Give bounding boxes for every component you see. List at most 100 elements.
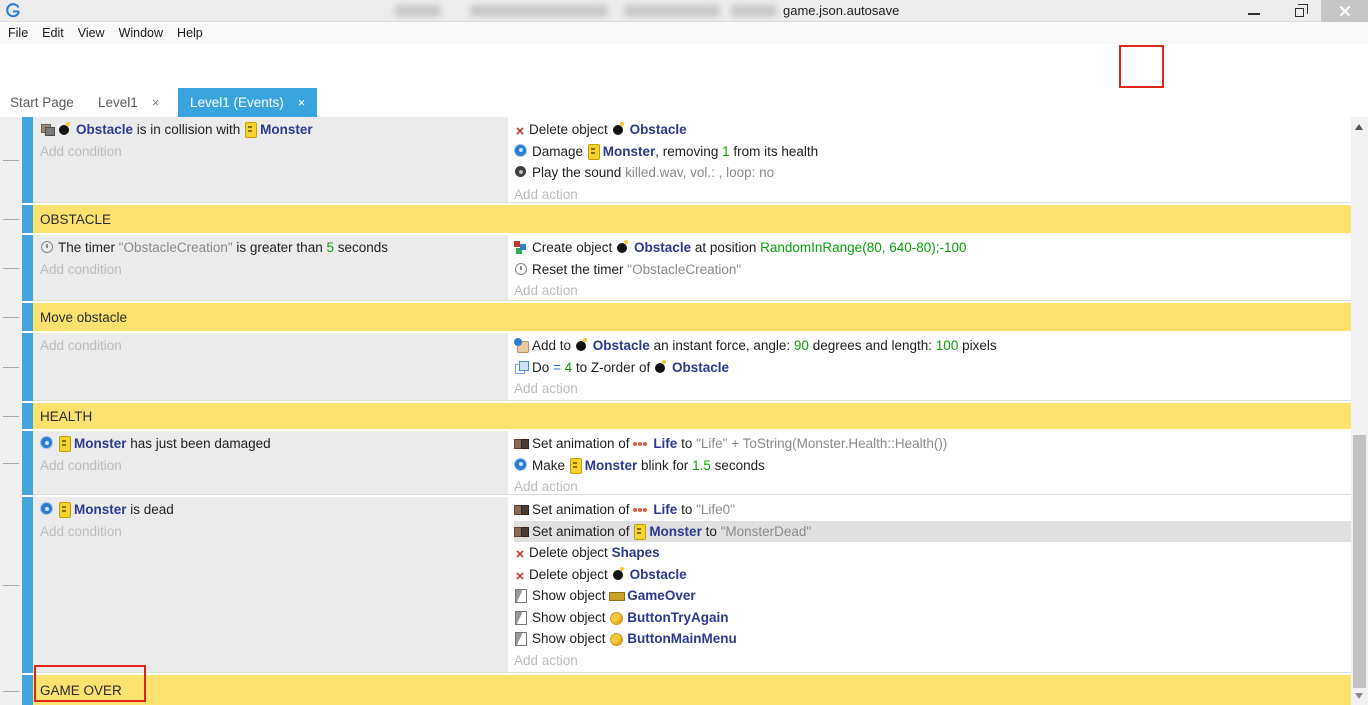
comment-label: Move obstacle: [33, 303, 1351, 331]
action-line[interactable]: Do = 4 to Z-order of Obstacle: [514, 357, 1351, 379]
menu-view[interactable]: View: [78, 26, 105, 40]
text-segment: ButtonMainMenu: [627, 631, 736, 646]
window-title: game.json.autosave: [783, 3, 899, 18]
event-selector-bar[interactable]: [22, 497, 33, 673]
text-segment: Monster: [603, 144, 656, 159]
show-icon: [514, 631, 529, 645]
add-action-button[interactable]: Add action: [514, 184, 1351, 204]
tab-level1[interactable]: Level1 ×: [98, 88, 159, 117]
event-selector-bar[interactable]: [22, 235, 33, 301]
minimize-button[interactable]: [1248, 13, 1260, 15]
menu-window[interactable]: Window: [119, 26, 163, 40]
close-button[interactable]: [1321, 0, 1368, 22]
event-selector-bar[interactable]: [22, 333, 33, 401]
action-line[interactable]: ×Delete object Shapes: [514, 542, 1351, 564]
event-selector-bar[interactable]: [22, 303, 33, 331]
event-row[interactable]: Obstacle is in collision with MonsterAdd…: [22, 117, 1351, 203]
event-selector-bar[interactable]: [22, 675, 33, 705]
action-line[interactable]: Set animation of Life to "Life" + ToStri…: [514, 433, 1351, 455]
event-selector-bar[interactable]: [22, 431, 33, 495]
comment-event[interactable]: Move obstacle: [22, 303, 1351, 331]
action-line[interactable]: Set animation of Life to "Life0": [514, 499, 1351, 521]
text-segment: Monster: [74, 502, 127, 517]
text-segment: 1: [722, 144, 730, 159]
action-line[interactable]: Create object Obstacle at position Rando…: [514, 237, 1351, 259]
event-selector-bar[interactable]: [22, 205, 33, 233]
text-segment: "Life" + ToString(Monster.Health::Health…: [696, 436, 947, 451]
text-segment: Make: [532, 458, 569, 473]
comment-event[interactable]: OBSTACLE: [22, 205, 1351, 233]
add-action-button[interactable]: Add action: [514, 280, 1351, 301]
text-segment: Set animation of: [532, 524, 633, 539]
action-line[interactable]: Add to Obstacle an instant force, angle:…: [514, 335, 1351, 357]
text-segment: Life: [653, 436, 677, 451]
text-segment: from its health: [730, 144, 819, 159]
event-row[interactable]: The timer "ObstacleCreation" is greater …: [22, 235, 1351, 301]
highlight-add-comment: [1119, 45, 1164, 88]
close-icon[interactable]: ×: [298, 95, 306, 110]
comment-event[interactable]: GAME OVER: [22, 675, 1351, 705]
show-icon: [514, 610, 529, 624]
menu-edit[interactable]: Edit: [42, 26, 64, 40]
action-line[interactable]: ×Delete object Obstacle: [514, 119, 1351, 141]
event-row[interactable]: Monster has just been damagedAdd conditi…: [22, 431, 1351, 495]
actions-cell: Add to Obstacle an instant force, angle:…: [510, 333, 1351, 401]
bomb-icon: [612, 122, 627, 136]
text-segment: 5: [326, 240, 334, 255]
add-condition-button[interactable]: Add condition: [40, 335, 508, 357]
conditions-cell: Add condition: [33, 333, 510, 401]
comment-event[interactable]: HEALTH: [22, 403, 1351, 429]
add-condition-button[interactable]: Add condition: [40, 259, 508, 281]
action-line[interactable]: Reset the timer "ObstacleCreation": [514, 259, 1351, 281]
add-condition-button[interactable]: Add condition: [40, 455, 508, 477]
action-line[interactable]: Show object GameOver: [514, 585, 1351, 607]
add-action-button[interactable]: Add action: [514, 650, 1351, 672]
event-row[interactable]: Add condition Add to Obstacle an instant …: [22, 333, 1351, 401]
add-action-button[interactable]: Add action: [514, 476, 1351, 495]
gameover-icon: [609, 588, 624, 602]
text-segment: Do: [532, 360, 553, 375]
text-segment: Show object: [532, 588, 609, 603]
action-line[interactable]: Show object ButtonMainMenu: [514, 628, 1351, 650]
action-line[interactable]: Set animation of Monster to "MonsterDead…: [514, 521, 1351, 543]
action-line[interactable]: Damage Monster, removing 1 from its heal…: [514, 141, 1351, 163]
action-line[interactable]: Make Monster blink for 1.5 seconds: [514, 455, 1351, 477]
event-row[interactable]: Monster is deadAdd condition Set animatio…: [22, 497, 1351, 673]
bomb-icon: [58, 122, 73, 136]
collision-icon: [40, 122, 55, 136]
add-condition-button[interactable]: Add condition: [40, 521, 508, 543]
scroll-down-arrow-icon[interactable]: [1355, 693, 1363, 699]
tab-start-page[interactable]: Start Page: [10, 88, 74, 117]
text-segment: , removing: [655, 144, 722, 159]
monster-icon: [587, 144, 600, 158]
action-line[interactable]: Show object ButtonTryAgain: [514, 607, 1351, 629]
monster-icon: [244, 122, 257, 136]
tab-level1-events[interactable]: Level1 (Events) ×: [178, 88, 317, 117]
create-icon: [514, 240, 529, 254]
restore-button[interactable]: [1295, 8, 1304, 17]
anim-icon: [514, 502, 529, 516]
vertical-scrollbar[interactable]: [1351, 117, 1368, 705]
add-condition-button[interactable]: Add condition: [40, 141, 508, 163]
scrollbar-thumb[interactable]: [1353, 435, 1366, 688]
condition-line[interactable]: Monster is dead: [40, 499, 508, 521]
condition-line[interactable]: Monster has just been damaged: [40, 433, 508, 455]
text-segment: Obstacle: [630, 122, 687, 137]
event-selector-bar[interactable]: [22, 403, 33, 429]
menu-file[interactable]: File: [8, 26, 28, 40]
text-segment: is in collision with: [133, 122, 244, 137]
text-segment: Show object: [532, 610, 609, 625]
button-icon: [609, 631, 624, 645]
monster-icon: [58, 436, 71, 450]
condition-line[interactable]: The timer "ObstacleCreation" is greater …: [40, 237, 508, 259]
text-segment: Delete object: [529, 567, 612, 582]
condition-line[interactable]: Obstacle is in collision with Monster: [40, 119, 508, 141]
menu-help[interactable]: Help: [177, 26, 203, 40]
sound-icon: [514, 165, 529, 179]
scroll-up-arrow-icon[interactable]: [1355, 124, 1363, 130]
action-line[interactable]: ×Delete object Obstacle: [514, 564, 1351, 586]
action-line[interactable]: Play the sound killed.wav, vol.: , loop:…: [514, 162, 1351, 184]
close-icon[interactable]: ×: [152, 95, 160, 110]
add-action-button[interactable]: Add action: [514, 378, 1351, 400]
event-selector-bar[interactable]: [22, 117, 33, 203]
